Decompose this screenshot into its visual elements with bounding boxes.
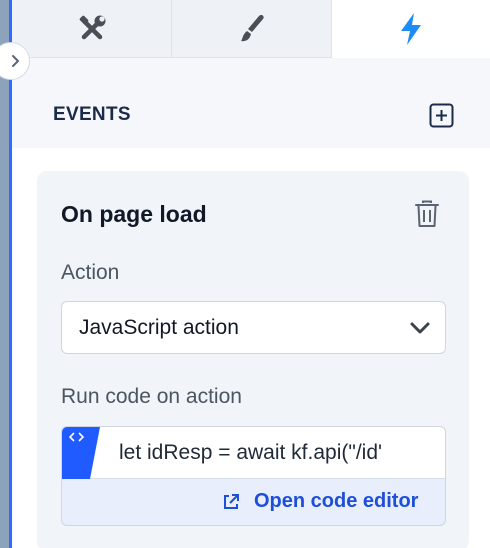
open-code-editor-link[interactable]: Open code editor — [222, 490, 418, 513]
trash-icon — [415, 200, 439, 227]
code-preview-line[interactable]: let idResp = await kf.api("/id' — [62, 427, 445, 479]
editor-edge-strip — [0, 0, 12, 548]
action-label: Action — [61, 261, 120, 284]
lightning-bolt-icon — [401, 13, 421, 45]
panel-tabs — [12, 0, 490, 58]
events-heading: EVENTS — [53, 104, 131, 125]
code-brackets-icon — [62, 427, 100, 479]
tab-events[interactable] — [332, 0, 490, 58]
open-code-editor-label: Open code editor — [254, 490, 419, 512]
events-content: On page load Action JavaScript action Ru… — [12, 148, 490, 548]
tab-style[interactable] — [172, 0, 332, 58]
events-section-header: EVENTS — [12, 58, 490, 148]
run-code-label: Run code on action — [61, 385, 242, 408]
event-title: On page load — [61, 201, 207, 227]
event-card: On page load Action JavaScript action Ru… — [37, 171, 469, 548]
add-square-icon — [429, 103, 454, 128]
external-link-icon — [224, 493, 239, 509]
delete-event-button[interactable] — [414, 199, 440, 229]
action-select[interactable]: JavaScript action — [61, 301, 446, 354]
action-select-value: JavaScript action — [79, 316, 239, 339]
code-preview-box: let idResp = await kf.api("/id' Open cod… — [61, 426, 446, 526]
wrench-screwdriver-icon — [79, 15, 105, 39]
add-event-button[interactable] — [429, 103, 454, 128]
chevron-right-icon — [12, 55, 19, 67]
code-preview-text: let idResp = await kf.api("/id' — [119, 441, 383, 464]
chevron-down-icon — [410, 322, 430, 334]
paintbrush-icon — [240, 14, 264, 41]
tab-settings[interactable] — [12, 0, 172, 58]
event-settings-panel: EVENTS On page load Action JavaScript ac… — [0, 0, 490, 548]
